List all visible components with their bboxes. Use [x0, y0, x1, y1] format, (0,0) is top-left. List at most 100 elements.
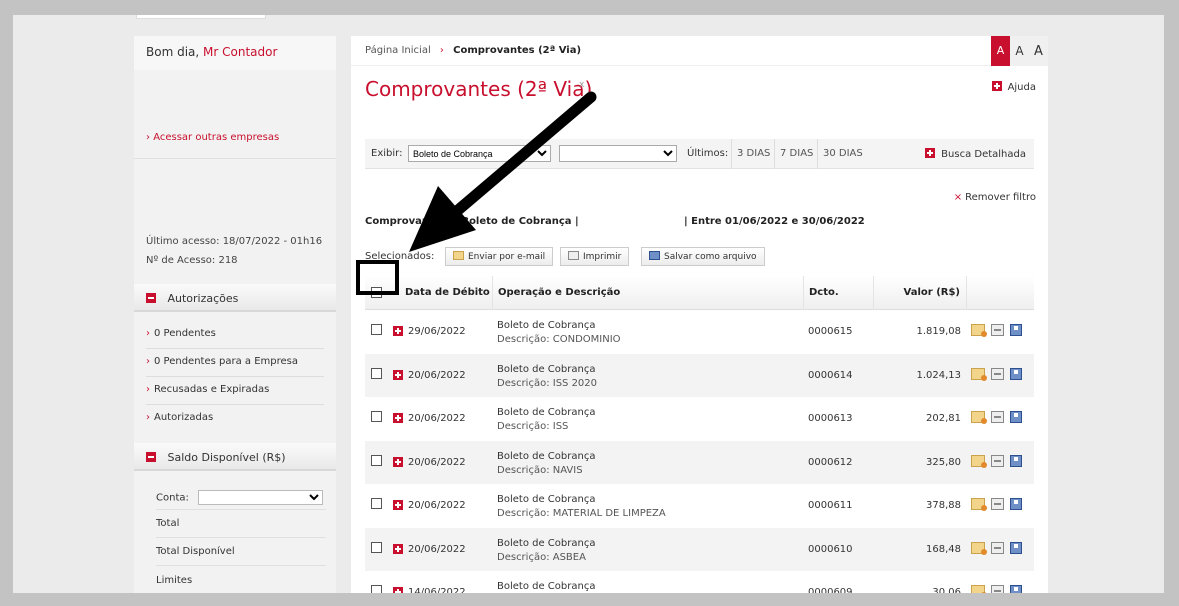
row-checkbox[interactable]	[371, 367, 382, 379]
col-value[interactable]: Valor (R$)	[873, 276, 966, 310]
chevron-right-icon: ›	[146, 132, 150, 143]
remove-filter-link[interactable]: × Remover filtro	[954, 192, 1036, 203]
row-date: 14/06/2022	[408, 587, 466, 593]
sidebar: Bom dia, Mr Contador › Acessar outras em…	[134, 36, 336, 593]
save-label: Salvar como arquivo	[664, 252, 757, 262]
filter-7-days[interactable]: 7 DIAS	[774, 139, 818, 169]
row-value: 30,06	[932, 587, 961, 593]
table-row[interactable]: 20/06/2022 Boleto de Cobrança Descrição: A…	[365, 527, 1034, 571]
filter-3-days[interactable]: 3 DIAS	[731, 139, 775, 169]
expand-icon[interactable]	[393, 587, 403, 593]
envelope-icon	[453, 251, 464, 260]
sidebar-item-recusadas[interactable]: › Recusadas e Expiradas	[146, 377, 324, 405]
table-row[interactable]: 20/06/2022 Boleto de Cobrança Descrição: M…	[365, 484, 1034, 527]
row-checkbox[interactable]	[371, 324, 382, 335]
printer-icon[interactable]	[991, 324, 1004, 336]
account-select[interactable]	[198, 490, 324, 505]
save-icon[interactable]	[1010, 454, 1022, 467]
printer-icon[interactable]	[991, 541, 1004, 554]
expand-icon[interactable]	[393, 500, 403, 510]
row-checkbox[interactable]	[371, 454, 382, 466]
help-label: Ajuda	[1007, 82, 1036, 93]
row-checkbox[interactable]	[371, 541, 382, 553]
detailed-search-label: Busca Detalhada	[941, 149, 1026, 160]
secondary-select[interactable]	[559, 145, 677, 162]
row-operation-title: Boleto de Cobrança	[497, 581, 596, 592]
table-row[interactable]: 20/06/2022 Boleto de Cobrança Descrição: I…	[365, 397, 1034, 440]
save-file-button[interactable]: Salvar como arquivo	[641, 247, 765, 266]
expand-icon[interactable]	[393, 326, 403, 336]
email-icon[interactable]	[971, 541, 987, 555]
col-document[interactable]: Dcto.	[803, 276, 873, 310]
close-title-icon[interactable]: x	[579, 80, 584, 90]
expand-icon[interactable]	[393, 543, 403, 554]
breadcrumb-home[interactable]: Página Inicial	[365, 45, 431, 56]
font-small-button[interactable]: A	[991, 36, 1010, 66]
printer-icon[interactable]	[991, 411, 1004, 423]
user-name-link[interactable]: Mr Contador	[203, 45, 277, 59]
sidebar-item-pendentes-empresa[interactable]: › 0 Pendentes para a Empresa	[146, 349, 324, 377]
print-button[interactable]: Imprimir	[560, 247, 630, 266]
other-companies-label: Acessar outras empresas	[153, 132, 280, 143]
collapse-icon	[146, 452, 156, 462]
row-document: 0000610	[808, 543, 853, 555]
balance-limits: Limites	[156, 575, 193, 586]
save-icon[interactable]	[1010, 411, 1022, 423]
row-description: Descrição: ISS	[497, 421, 569, 432]
filter-30-days[interactable]: 30 DIAS	[817, 139, 868, 169]
col-operation[interactable]: Operação e Descrição	[492, 276, 804, 310]
plus-icon	[991, 81, 1002, 91]
row-date: 20/06/2022	[408, 456, 466, 468]
printer-icon[interactable]	[991, 585, 1004, 593]
email-icon[interactable]	[971, 324, 987, 337]
save-icon[interactable]	[1010, 541, 1022, 554]
row-checkbox[interactable]	[371, 498, 382, 509]
email-icon[interactable]	[971, 454, 987, 468]
email-button[interactable]: Enviar por e-mail	[445, 247, 554, 266]
row-description: Descrição: ASBEA	[497, 551, 586, 563]
row-operation: Boleto de Cobrança Descrição: ISS	[497, 406, 595, 434]
font-large-button[interactable]: A	[1029, 36, 1048, 66]
printer-icon[interactable]	[991, 367, 1004, 380]
save-icon[interactable]	[1010, 498, 1022, 510]
balance-header[interactable]: Saldo Disponível (R$)	[134, 443, 336, 471]
type-select[interactable]: Boleto de Cobrança	[408, 145, 551, 162]
row-checkbox[interactable]	[371, 411, 382, 422]
expand-icon[interactable]	[393, 413, 403, 423]
table-row[interactable]: 29/06/2022 Boleto de Cobrança Descrição: C…	[365, 310, 1034, 353]
greeting: Bom dia, Mr Contador	[134, 36, 336, 70]
expand-icon[interactable]	[393, 369, 403, 380]
save-icon[interactable]	[1010, 585, 1022, 593]
detailed-search-link[interactable]: Busca Detalhada	[925, 148, 1026, 160]
sidebar-item-pendentes[interactable]: › 0 Pendentes	[146, 321, 324, 349]
email-icon[interactable]	[971, 585, 987, 593]
sidebar-item-label: Autorizadas	[154, 412, 214, 423]
expand-icon[interactable]	[393, 456, 403, 467]
email-icon[interactable]	[971, 367, 987, 381]
email-icon[interactable]	[971, 498, 987, 511]
table-row[interactable]: 14/06/2022 Boleto de CobrançaDescrição: L…	[365, 571, 1034, 593]
help-link[interactable]: Ajuda	[991, 81, 1036, 93]
row-value: 168,48	[926, 543, 961, 555]
row-checkbox[interactable]	[371, 585, 382, 593]
save-icon[interactable]	[1010, 367, 1022, 380]
printer-icon[interactable]	[991, 454, 1004, 467]
row-operation-title: Boleto de Cobrança	[497, 494, 596, 505]
table-row[interactable]: 20/06/2022 Boleto de Cobrança Descrição: N…	[365, 440, 1034, 484]
font-medium-button[interactable]: A	[1010, 36, 1029, 66]
row-operation-title: Boleto de Cobrança	[497, 320, 596, 331]
other-companies-link[interactable]: › Acessar outras empresas	[146, 132, 279, 143]
row-document: 0000612	[808, 456, 853, 468]
save-icon[interactable]	[1010, 324, 1022, 336]
sidebar-item-autorizadas[interactable]: › Autorizadas	[146, 405, 324, 433]
col-date[interactable]: Data de Débito	[395, 276, 505, 310]
balance-available: Total Disponível	[156, 538, 326, 566]
authorizations-header[interactable]: Autorizações	[134, 284, 336, 312]
last-label: Últimos:	[687, 148, 729, 159]
row-actions	[971, 324, 1022, 337]
printer-icon[interactable]	[991, 498, 1004, 510]
row-document: 0000613	[808, 413, 853, 424]
table-row[interactable]: 20/06/2022 Boleto de Cobrança Descrição: I…	[365, 353, 1034, 397]
email-icon[interactable]	[971, 411, 987, 424]
account-label: Conta:	[156, 492, 189, 504]
